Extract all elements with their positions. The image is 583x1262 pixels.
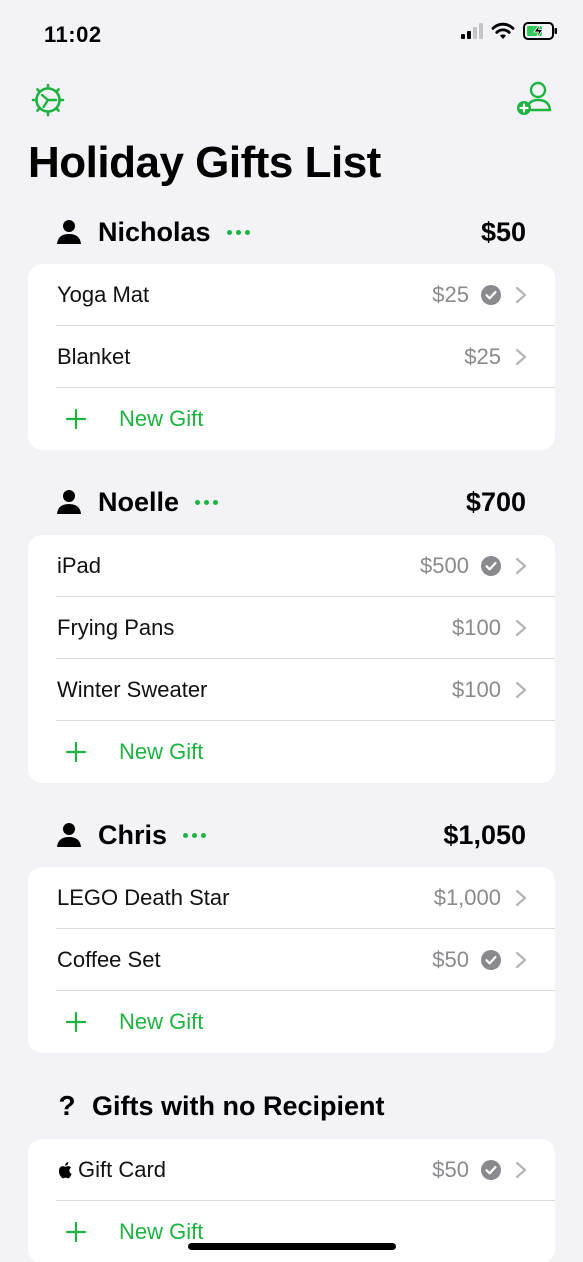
gift-price: $500: [420, 553, 469, 578]
section-title: Gifts with no Recipient: [92, 1090, 385, 1121]
gift-row[interactable]: LEGO Death Star $1,000: [28, 867, 555, 929]
status-icons: [461, 22, 559, 40]
gift-row[interactable]: Coffee Set $50: [28, 929, 555, 991]
chevron-right-icon: [515, 951, 527, 969]
purchased-checkmark-icon: [481, 556, 501, 576]
purchased-checkmark-icon: [481, 1160, 501, 1180]
gift-row[interactable]: iPad $500: [28, 535, 555, 597]
question-mark-icon: ?: [58, 1090, 76, 1121]
gift-price: $50: [432, 1157, 469, 1182]
plus-icon: [66, 742, 86, 762]
page-title: Holiday Gifts List: [28, 138, 381, 187]
new-gift-button[interactable]: New Gift: [28, 388, 555, 450]
new-gift-button[interactable]: New Gift: [28, 721, 555, 783]
gift-name: Yoga Mat: [57, 282, 150, 307]
status-bar: 11:02: [0, 0, 583, 70]
section-header-chris: Chris $1,050: [56, 815, 526, 855]
gift-row[interactable]: Yoga Mat $25: [28, 264, 555, 326]
gift-row[interactable]: Frying Pans $100: [28, 597, 555, 659]
settings-gear-icon[interactable]: [30, 82, 66, 118]
gift-name: Coffee Set: [57, 947, 161, 972]
gift-name: Frying Pans: [57, 615, 175, 640]
gift-name: Blanket: [57, 344, 131, 369]
recipient-total: $50: [480, 216, 526, 247]
chevron-right-icon: [515, 681, 527, 699]
purchased-checkmark-icon: [481, 285, 501, 305]
recipient-name: Chris: [98, 819, 168, 850]
home-indicator[interactable]: [188, 1243, 396, 1250]
gift-price: $100: [452, 615, 501, 640]
gift-row[interactable]: Gift Card $50: [28, 1139, 555, 1201]
new-gift-label: New Gift: [119, 1219, 204, 1244]
status-time: 11:02: [44, 22, 102, 47]
new-gift-button[interactable]: New Gift: [28, 991, 555, 1053]
purchased-checkmark-icon: [481, 950, 501, 970]
section-header-noelle: Noelle $700: [56, 482, 526, 522]
cellular-signal-icon: [461, 23, 483, 39]
section-header-no-recipient: ? Gifts with no Recipient: [56, 1086, 526, 1126]
chevron-right-icon: [515, 1161, 527, 1179]
recipient-total: $1,050: [443, 819, 526, 850]
gift-list-nicholas: Yoga Mat $25 Blanket $25 New Gift: [28, 264, 555, 450]
chevron-right-icon: [515, 557, 527, 575]
plus-icon: [66, 1222, 86, 1242]
apple-logo-icon: [58, 1162, 72, 1179]
person-icon: [57, 823, 81, 847]
new-gift-button[interactable]: New Gift: [28, 1201, 555, 1262]
more-options-icon[interactable]: [181, 827, 208, 844]
chevron-right-icon: [515, 348, 527, 366]
chevron-right-icon: [515, 286, 527, 304]
nav-bar: [0, 78, 583, 122]
gift-list-noelle: iPad $500 Frying Pans $100 Winter Sweate…: [28, 535, 555, 783]
add-person-icon[interactable]: [515, 80, 553, 118]
new-gift-label: New Gift: [119, 739, 204, 764]
section-header-nicholas: Nicholas $50: [56, 212, 526, 252]
gift-list-chris: LEGO Death Star $1,000 Coffee Set $50 Ne…: [28, 867, 555, 1053]
person-icon: [57, 220, 81, 244]
more-options-icon[interactable]: [225, 224, 252, 241]
recipient-total: $700: [465, 486, 526, 517]
gift-price: $100: [452, 677, 501, 702]
recipient-name: Nicholas: [98, 216, 211, 247]
new-gift-label: New Gift: [119, 1009, 204, 1034]
plus-icon: [66, 409, 86, 429]
gift-row[interactable]: Winter Sweater $100: [28, 659, 555, 721]
gift-name: LEGO Death Star: [57, 885, 230, 910]
more-options-icon[interactable]: [193, 494, 220, 511]
gift-price: $1,000: [433, 885, 501, 910]
gift-price: $50: [432, 947, 469, 972]
new-gift-label: New Gift: [119, 406, 204, 431]
gift-name: Winter Sweater: [57, 677, 208, 702]
chevron-right-icon: [515, 889, 527, 907]
gift-price: $25: [432, 282, 469, 307]
wifi-icon: [491, 22, 515, 39]
plus-icon: [66, 1012, 86, 1032]
gift-row[interactable]: Blanket $25: [28, 326, 555, 388]
gift-price: $25: [464, 344, 501, 369]
chevron-right-icon: [515, 619, 527, 637]
gift-name: Gift Card: [78, 1157, 167, 1182]
person-icon: [57, 490, 81, 514]
battery-charging-icon: [523, 22, 557, 40]
gift-name: iPad: [57, 553, 102, 578]
recipient-name: Noelle: [98, 486, 180, 517]
